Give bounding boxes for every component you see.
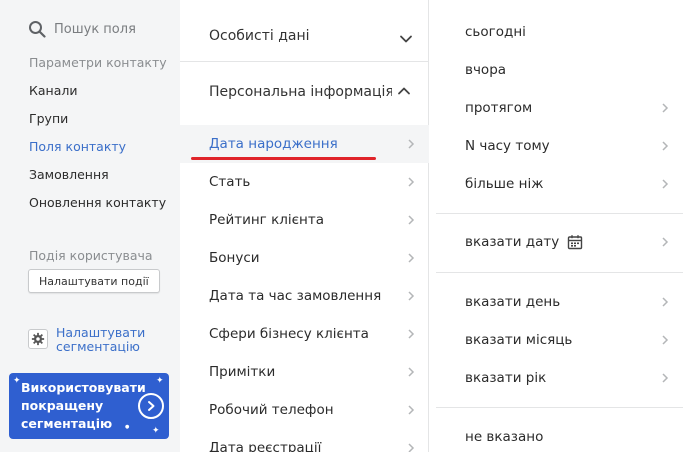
chevron-up-icon (398, 87, 410, 95)
gear-icon (31, 332, 45, 346)
condition-during[interactable]: протягом (436, 89, 683, 127)
condition-label: сьогодні (465, 24, 526, 40)
field-label: Стать (209, 174, 251, 190)
field-item-notes[interactable]: Примітки (180, 353, 429, 391)
condition-label: більше ніж (465, 176, 544, 192)
segmentation-settings-button[interactable] (28, 329, 48, 349)
field-label: Сфери бізнесу клієнта (209, 326, 369, 342)
sidebar-item-groups[interactable]: Групи (29, 111, 68, 126)
promo-text: Використовувати покращену сегментацію (21, 380, 146, 431)
search-placeholder: Пошук поля (54, 21, 136, 37)
field-item-client-rating[interactable]: Рейтинг клієнта (180, 201, 429, 239)
chevron-right-icon (408, 177, 415, 187)
promo-arrow-button[interactable] (138, 393, 164, 419)
calendar-icon (568, 235, 583, 250)
chevron-right-icon (662, 335, 669, 345)
section-personal-data[interactable]: Особисті дані (180, 16, 429, 56)
field-item-registration-date[interactable]: Дата реєстрації (180, 429, 429, 452)
chevron-right-icon (662, 103, 669, 113)
chevron-right-icon (148, 401, 155, 411)
condition-specify-year[interactable]: вказати рік (436, 359, 683, 397)
sidebar-item-contact-update[interactable]: Оновлення контакту (29, 195, 166, 210)
condition-label: вчора (465, 62, 507, 78)
sparkle-icon: ✦ (156, 376, 164, 386)
divider (436, 272, 683, 273)
condition-n-time-ago[interactable]: N часу тому (436, 127, 683, 165)
chevron-right-icon (662, 141, 669, 151)
condition-label: протягом (465, 100, 533, 116)
chevron-right-icon (408, 139, 415, 149)
section-label: Персональна інформація (209, 84, 392, 100)
contact-params-heading: Параметри контакту (29, 55, 167, 70)
field-item-work-phone[interactable]: Робочий телефон (180, 391, 429, 429)
divider (436, 213, 683, 214)
condition-list: сьогодні вчора протягом N часу тому біль… (436, 0, 683, 452)
chevron-right-icon (662, 373, 669, 383)
condition-more-than[interactable]: більше ніж (436, 165, 683, 203)
search-icon (29, 21, 46, 38)
section-personal-info[interactable]: Персональна інформація (180, 72, 429, 112)
chevron-right-icon (662, 179, 669, 189)
sidebar-item-channels[interactable]: Канали (29, 83, 77, 98)
chevron-right-icon (408, 215, 415, 225)
sparkle-icon: ✦ (13, 376, 21, 386)
condition-label: не вказано (465, 429, 544, 445)
chevron-right-icon (662, 297, 669, 307)
sidebar: Пошук поля Параметри контакту Канали Гру… (0, 0, 180, 452)
chevron-down-icon (400, 35, 412, 43)
field-label: Рейтинг клієнта (209, 212, 324, 228)
condition-label: вказати день (465, 294, 561, 310)
condition-label: вказати рік (465, 370, 547, 386)
user-event-heading: Подія користувача (29, 248, 153, 263)
configure-events-button[interactable]: Налаштувати події (28, 269, 160, 293)
configure-segmentation-link[interactable]: Налаштувати сегментацію (56, 326, 166, 354)
chevron-right-icon (662, 237, 669, 247)
condition-today[interactable]: сьогодні (436, 13, 683, 51)
chevron-right-icon (408, 253, 415, 263)
field-item-gender[interactable]: Стать (180, 163, 429, 201)
condition-not-specified[interactable]: не вказано (436, 418, 683, 452)
chevron-right-icon (408, 367, 415, 377)
sidebar-item-contact-fields[interactable]: Поля контакту (29, 139, 126, 154)
condition-label: вказати місяць (465, 332, 573, 348)
condition-label: вказати дату (465, 234, 560, 250)
sparkle-icon: ✦ (152, 426, 160, 436)
field-label: Дата народження (209, 136, 338, 152)
field-item-business-areas[interactable]: Сфери бізнесу клієнта (180, 315, 429, 353)
sidebar-item-orders[interactable]: Замовлення (29, 167, 109, 182)
field-item-bonuses[interactable]: Бонуси (180, 239, 429, 277)
condition-yesterday[interactable]: вчора (436, 51, 683, 89)
section-label: Особисті дані (209, 28, 310, 44)
chevron-right-icon (408, 443, 415, 452)
condition-specify-date[interactable]: вказати дату (436, 223, 683, 261)
field-search[interactable]: Пошук поля (28, 20, 136, 38)
divider (180, 61, 429, 62)
advanced-segmentation-promo[interactable]: ✦ ✦ ✦ ● Використовувати покращену сегмен… (9, 373, 169, 439)
field-label: Примітки (209, 364, 276, 380)
condition-specify-day[interactable]: вказати день (436, 283, 683, 321)
condition-specify-month[interactable]: вказати місяць (436, 321, 683, 359)
field-label: Бонуси (209, 250, 260, 266)
condition-label: N часу тому (465, 138, 550, 154)
field-category-list: Особисті дані Персональна інформація Дат… (180, 0, 429, 452)
chevron-right-icon (408, 291, 415, 301)
field-item-order-datetime[interactable]: Дата та час замовлення (180, 277, 429, 315)
field-label: Дата та час замовлення (209, 288, 382, 304)
divider (436, 407, 683, 408)
selection-underline (191, 157, 376, 160)
chevron-right-icon (408, 405, 415, 415)
field-label: Робочий телефон (209, 402, 334, 418)
field-label: Дата реєстрації (209, 440, 322, 452)
chevron-right-icon (408, 329, 415, 339)
